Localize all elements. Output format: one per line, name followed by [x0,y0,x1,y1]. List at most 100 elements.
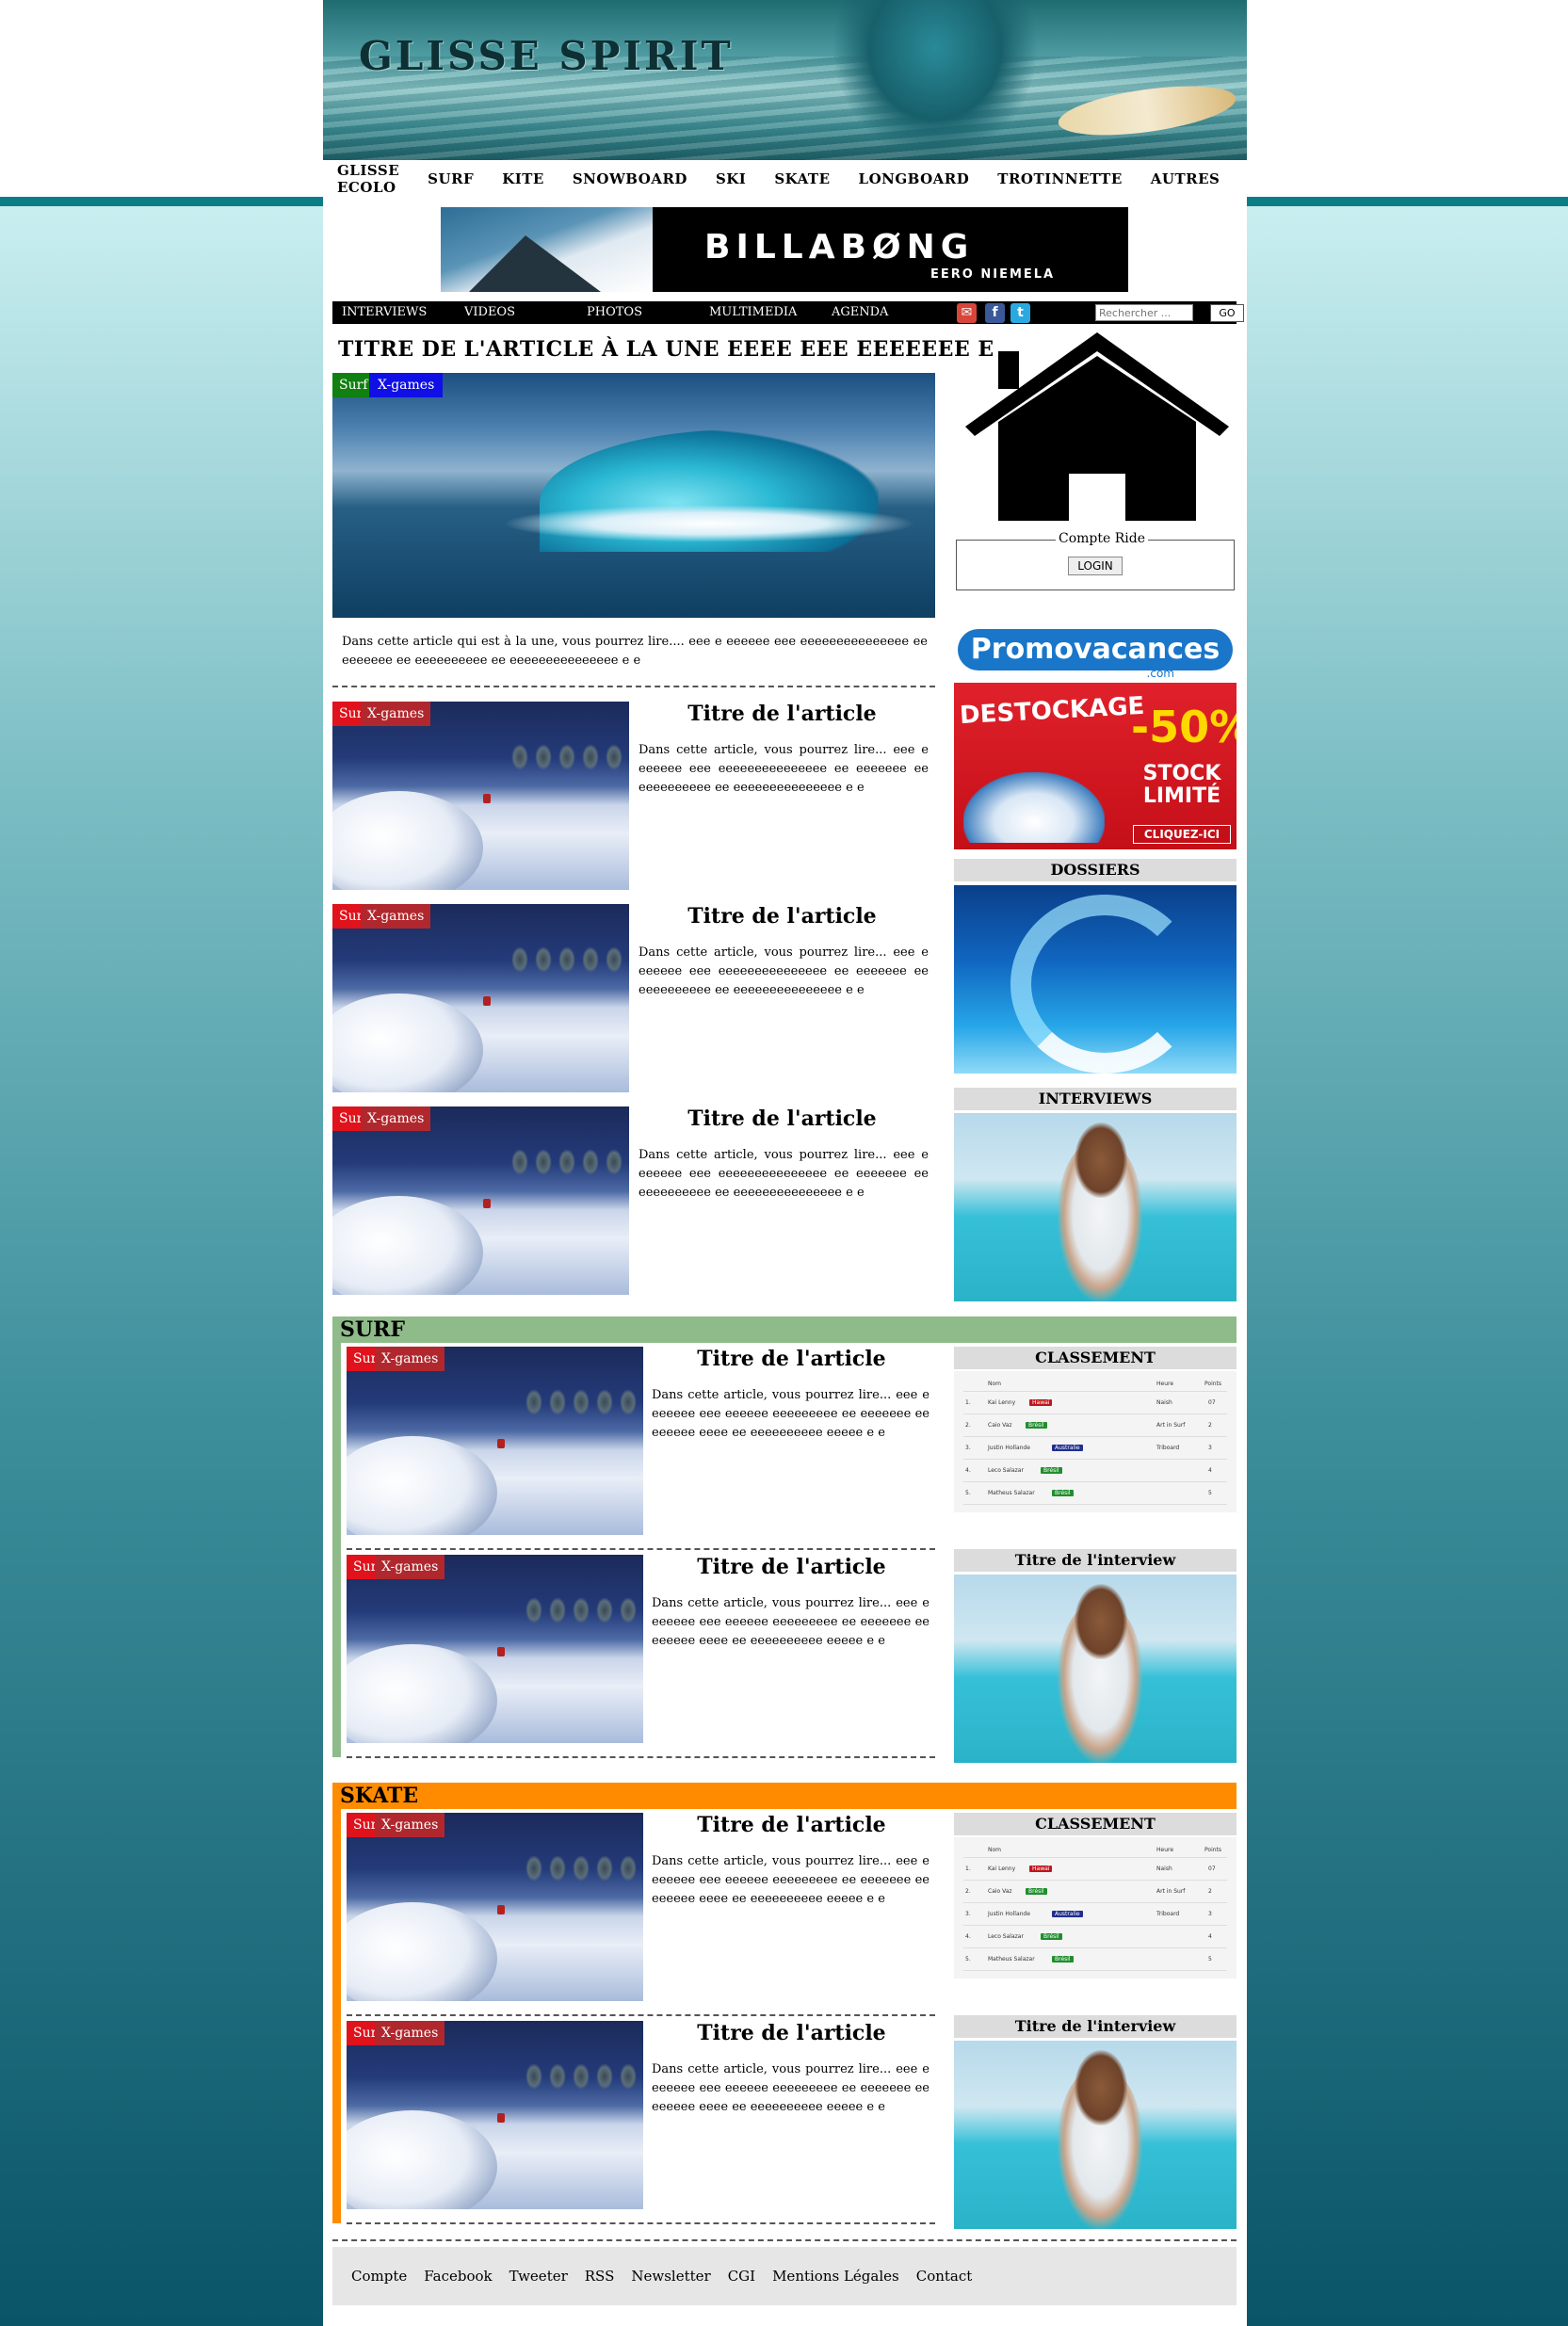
article-image[interactable] [347,1555,643,1743]
col-header: Heure [1156,1381,1174,1387]
tag-xgames[interactable]: X-games [361,702,431,726]
subnav-multimedia[interactable]: MULTIMEDIA [709,305,797,319]
tree [535,946,552,973]
rank-points: 3 [1208,1445,1212,1451]
main-nav: GLISSE ECOLO SURF KITE SNOWBOARD SKI SKA… [323,160,1247,198]
footer-newsletter[interactable]: Newsletter [631,2268,710,2285]
ranking-row[interactable]: 4. Leco Salazar Brésil 4 [963,1926,1227,1948]
nav-snowboard[interactable]: SNOWBOARD [573,170,687,187]
ranking-row[interactable]: 2. Caio Vaz Brésil Art in Surf 2 [963,1414,1227,1437]
article-image[interactable] [332,702,629,890]
article-image[interactable] [332,904,629,1092]
article-title[interactable]: Titre de l'article [648,1555,935,1579]
site-banner[interactable]: GLISSE SPIRIT [323,0,1247,160]
footer-mentions-legales[interactable]: Mentions Légales [772,2268,899,2285]
nav-longboard[interactable]: LONGBOARD [859,170,970,187]
ranking-row[interactable]: 3. Justin Hollande Australie Triboard 3 [963,1437,1227,1460]
interview-heading[interactable]: Titre de l'interview [954,1549,1237,1572]
ranking-row[interactable]: 2. Caio Vaz Brésil Art in Surf 2 [963,1881,1227,1903]
article-image[interactable] [347,1347,643,1535]
billabong-ad[interactable]: BILLABØNG EERO NIEMELA [441,207,1128,292]
footer-tweeter[interactable]: Tweeter [509,2268,568,2285]
footer-rss[interactable]: RSS [585,2268,615,2285]
tag-xgames[interactable]: X-games [369,373,444,397]
article-image[interactable] [347,1813,643,2001]
subnav-photos[interactable]: PHOTOS [587,305,642,319]
footer: Compte Facebook Tweeter RSS Newsletter C… [332,2247,1237,2305]
nav-autres[interactable]: AUTRES [1151,170,1220,187]
article-title[interactable]: Titre de l'article [634,702,930,726]
tree [535,744,552,770]
section-title-surf[interactable]: SURF [332,1316,1237,1343]
tree [549,2063,566,2090]
nav-surf[interactable]: SURF [428,170,474,187]
ranking-row[interactable]: 1. Kai Lenny Hawaï Naish 07 [963,1858,1227,1881]
tag-surf[interactable]: Surf [332,373,375,397]
ranking-header: Nom Heure Points [963,1375,1227,1392]
tag-xgames[interactable]: X-games [361,1106,431,1131]
nav-glisse-ecolo[interactable]: GLISSE ECOLO [337,162,399,196]
headline-title[interactable]: TITRE DE L'ARTICLE À LA UNE EEEE EEE EEE… [338,337,994,362]
search-button[interactable]: GO [1210,304,1244,322]
headline-image[interactable] [332,373,935,618]
article-image[interactable] [347,2021,643,2209]
footer-contact[interactable]: Contact [916,2268,973,2285]
classement-heading[interactable]: CLASSEMENT [954,1813,1237,1835]
rank-badge: Brésil [1026,1888,1047,1895]
twitter-icon[interactable]: t [1010,303,1030,323]
tag-xgames[interactable]: X-games [375,2021,445,2045]
nav-trotinnette[interactable]: TROTINNETTE [997,170,1122,187]
ranking-row[interactable]: 5. Matheus Salazar Brésil 5 [963,1482,1227,1505]
dossiers-image[interactable] [954,885,1237,1074]
rank-points: 07 [1208,1399,1216,1406]
ranking-row[interactable]: 3. Justin Hollande Australie Triboard 3 [963,1903,1227,1926]
col-header: Nom [988,1381,1002,1387]
subnav-agenda[interactable]: AGENDA [832,305,888,319]
article-title[interactable]: Titre de l'article [634,1106,930,1131]
ranking-header: Nom Heure Points [963,1841,1227,1858]
article-title[interactable]: Titre de l'article [634,904,930,929]
ranking-row[interactable]: 4. Leco Salazar Brésil 4 [963,1460,1227,1482]
section-title-skate[interactable]: SKATE [332,1783,1237,1809]
tag-xgames[interactable]: X-games [375,1555,445,1579]
tree [525,1597,542,1623]
interview-image[interactable] [954,2041,1237,2229]
footer-facebook[interactable]: Facebook [424,2268,492,2285]
site-logo[interactable]: GLISSE SPIRIT [359,33,734,79]
article-image[interactable] [332,1106,629,1295]
footer-cgi[interactable]: CGI [728,2268,755,2285]
tag-xgames[interactable]: X-games [375,1347,445,1371]
interviews-image[interactable] [954,1113,1237,1301]
interviews-heading[interactable]: INTERVIEWS [954,1088,1237,1110]
home-icon[interactable] [956,328,1238,521]
subnav-videos[interactable]: VIDEOS [464,305,515,319]
ranking-row[interactable]: 5. Matheus Salazar Brésil 5 [963,1948,1227,1971]
nav-ski[interactable]: SKI [716,170,746,187]
divider [347,2222,935,2224]
article-title[interactable]: Titre de l'article [648,2021,935,2045]
subnav-interviews[interactable]: INTERVIEWS [342,305,427,319]
promovacances-ad[interactable]: Promovacances .com DESTOCKAGE -50% STOCK… [954,612,1237,849]
rank-name: Matheus Salazar [988,1956,1035,1963]
footer-compte[interactable]: Compte [351,2268,407,2285]
rank-name: Leco Salazar [988,1933,1024,1940]
login-button[interactable]: LOGIN [1068,557,1123,575]
dossiers-heading[interactable]: DOSSIERS [954,859,1237,881]
promo-cta[interactable]: CLIQUEZ-ICI [1133,825,1231,844]
divider [347,1756,935,1758]
tree [573,2063,590,2090]
mail-icon[interactable]: ✉ [957,303,977,323]
interview-heading[interactable]: Titre de l'interview [954,2015,1237,2038]
facebook-icon[interactable]: f [985,303,1005,323]
nav-kite[interactable]: KITE [502,170,544,187]
article-title[interactable]: Titre de l'article [648,1813,935,1837]
tree [596,1597,613,1623]
tag-xgames[interactable]: X-games [361,904,431,929]
nav-skate[interactable]: SKATE [774,170,830,187]
search-input[interactable] [1095,304,1193,321]
tag-xgames[interactable]: X-games [375,1813,445,1837]
classement-heading[interactable]: CLASSEMENT [954,1347,1237,1369]
ranking-row[interactable]: 1. Kai Lenny Hawaï Naish 07 [963,1392,1227,1414]
article-title[interactable]: Titre de l'article [648,1347,935,1371]
interview-image[interactable] [954,1575,1237,1763]
